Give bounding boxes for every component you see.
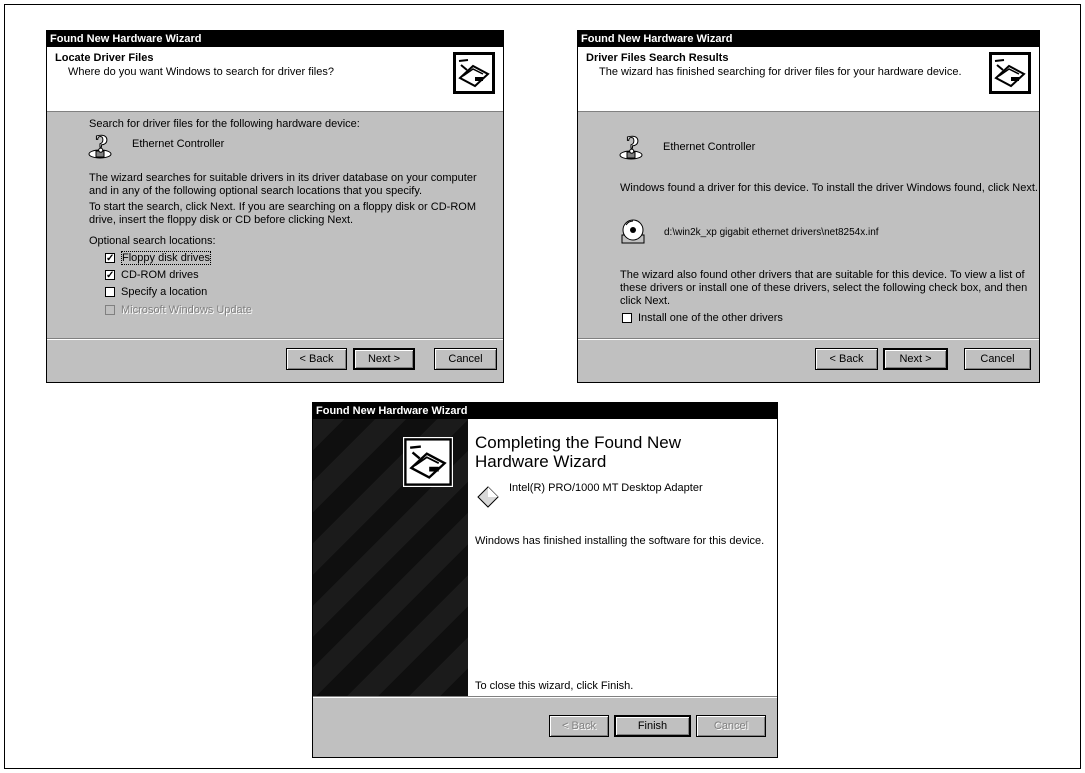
finished-text: Windows has finished installing the soft… bbox=[475, 535, 765, 547]
driver-search-results-window: Found New Hardware Wizard Driver Files S… bbox=[577, 30, 1040, 383]
back-button: < Back bbox=[549, 715, 609, 737]
device-name: Ethernet Controller bbox=[132, 138, 225, 150]
svg-text:?: ? bbox=[626, 135, 639, 159]
window-title: Found New Hardware Wizard bbox=[578, 31, 1039, 47]
header-title: Driver Files Search Results bbox=[586, 52, 729, 64]
header-title: Locate Driver Files bbox=[55, 52, 154, 64]
back-button[interactable]: < Back bbox=[286, 348, 347, 370]
hardware-wizard-icon bbox=[989, 52, 1031, 94]
next-button[interactable]: Next > bbox=[883, 348, 948, 370]
optional-locations-label: Optional search locations: bbox=[89, 235, 216, 247]
driver-disk-icon bbox=[621, 219, 645, 244]
cancel-button[interactable]: Cancel bbox=[964, 348, 1031, 370]
windows-update-checkbox bbox=[105, 305, 115, 315]
completion-heading: Completing the Found New Hardware Wizard bbox=[475, 433, 682, 471]
back-button[interactable]: < Back bbox=[815, 348, 878, 370]
start-search-instructions: To start the search, click Next. If you … bbox=[89, 201, 476, 226]
search-description: The wizard searches for suitable drivers… bbox=[89, 172, 477, 197]
finish-button[interactable]: Finish bbox=[614, 715, 691, 737]
button-separator bbox=[578, 338, 1039, 340]
driver-found-text: Windows found a driver for this device. … bbox=[620, 182, 1038, 194]
other-drivers-text: The wizard also found other drivers that… bbox=[620, 269, 1028, 307]
install-other-label[interactable]: Install one of the other drivers bbox=[638, 312, 783, 325]
install-other-checkbox[interactable] bbox=[622, 313, 632, 323]
button-separator bbox=[47, 338, 503, 340]
unknown-device-icon: ? bbox=[88, 134, 112, 159]
device-name: Ethernet Controller bbox=[663, 141, 756, 153]
floppy-checkbox[interactable]: ✓ bbox=[105, 253, 115, 264]
svg-text:?: ? bbox=[95, 134, 108, 158]
network-adapter-icon bbox=[477, 486, 499, 508]
close-instructions: To close this wizard, click Finish. bbox=[475, 680, 634, 692]
header-subtitle: The wizard has finished searching for dr… bbox=[599, 66, 962, 78]
cdrom-checkbox[interactable]: ✓ bbox=[105, 270, 115, 281]
driver-path: d:\win2k_xp gigabit ethernet drivers\net… bbox=[664, 227, 879, 238]
cancel-button[interactable]: Cancel bbox=[434, 348, 497, 370]
cdrom-label[interactable]: CD-ROM drives bbox=[121, 269, 199, 282]
next-button[interactable]: Next > bbox=[353, 348, 415, 370]
floppy-label[interactable]: Floppy disk drives bbox=[121, 251, 212, 265]
header-subtitle: Where do you want Windows to search for … bbox=[68, 66, 334, 78]
button-separator bbox=[313, 696, 777, 698]
wizard-header: Driver Files Search Results The wizard h… bbox=[578, 47, 1039, 112]
wizard-content-panel: Completing the Found New Hardware Wizard… bbox=[468, 419, 777, 696]
wizard-header: Locate Driver Files Where do you want Wi… bbox=[47, 47, 503, 112]
hardware-wizard-icon bbox=[403, 437, 453, 487]
completing-wizard-window: Found New Hardware Wizard Completing the… bbox=[312, 402, 778, 758]
device-name: Intel(R) PRO/1000 MT Desktop Adapter bbox=[509, 482, 703, 494]
locate-driver-files-window: Found New Hardware Wizard Locate Driver … bbox=[46, 30, 504, 383]
wizard-side-banner bbox=[313, 419, 468, 696]
window-title: Found New Hardware Wizard bbox=[47, 31, 503, 47]
specify-location-checkbox[interactable] bbox=[105, 287, 115, 297]
specify-location-label[interactable]: Specify a location bbox=[121, 286, 207, 299]
search-intro-text: Search for driver files for the followin… bbox=[89, 118, 360, 130]
hardware-wizard-icon bbox=[453, 52, 495, 94]
window-title: Found New Hardware Wizard bbox=[313, 403, 777, 419]
windows-update-label: Microsoft Windows Update bbox=[121, 304, 252, 316]
unknown-device-icon: ? bbox=[619, 135, 643, 160]
cancel-button: Cancel bbox=[696, 715, 766, 737]
